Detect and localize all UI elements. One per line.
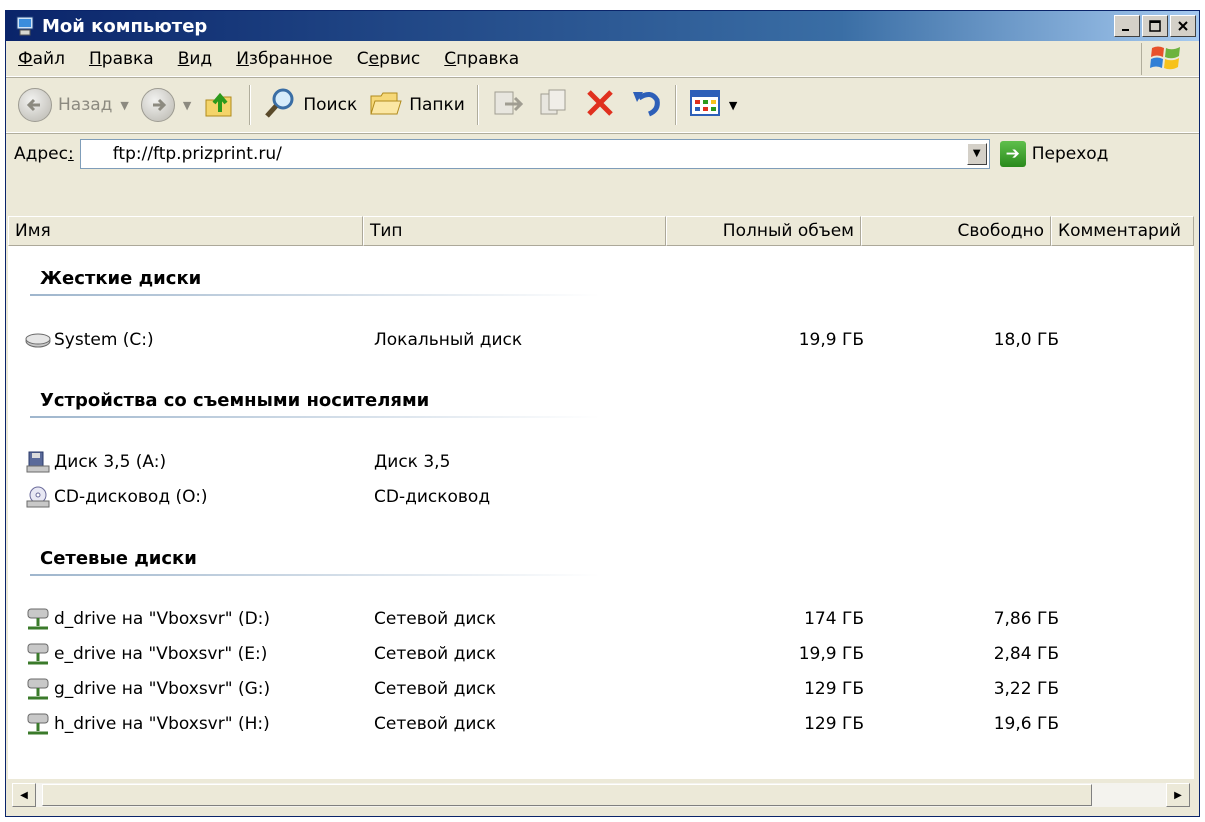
- scroll-thumb[interactable]: [42, 784, 1092, 806]
- close-button[interactable]: [1170, 15, 1196, 37]
- windows-logo-icon: [1141, 43, 1189, 75]
- list-item[interactable]: CD-дисковод (O:) CD-дисковод: [24, 481, 1064, 513]
- address-input[interactable]: ftp://ftp.prizprint.ru/ ▼: [79, 138, 990, 169]
- copy-to-button[interactable]: [531, 83, 577, 127]
- chevron-down-icon: ▼: [120, 98, 129, 112]
- back-arrow-icon: [18, 88, 52, 122]
- group-title-removable: Устройства со съемными носителями: [40, 390, 430, 411]
- menu-edit[interactable]: Правка: [77, 49, 166, 69]
- go-button[interactable]: ➔ Переход: [999, 140, 1108, 167]
- undo-icon: [629, 86, 663, 125]
- network-drive-icon: [24, 677, 52, 701]
- group-divider: [30, 416, 600, 418]
- network-drive-icon: [24, 642, 52, 666]
- folders-button[interactable]: Папки: [363, 83, 471, 127]
- undo-button[interactable]: [623, 83, 669, 127]
- column-comment[interactable]: Комментарий: [1051, 216, 1194, 246]
- window-title: Мой компьютер: [42, 15, 208, 37]
- go-arrow-icon: ➔: [999, 140, 1026, 167]
- move-to-button[interactable]: [485, 83, 531, 127]
- copy-to-icon: [537, 86, 571, 125]
- scroll-left-button[interactable]: ◀: [12, 783, 36, 807]
- scroll-right-button[interactable]: ▶: [1166, 783, 1190, 807]
- up-folder-button[interactable]: [197, 83, 243, 127]
- list-item[interactable]: g_drive на "Vboxsvr" (G:) Сетевой диск 1…: [24, 673, 1064, 705]
- column-total[interactable]: Полный объем: [666, 216, 861, 246]
- chevron-down-icon: ▼: [728, 98, 738, 112]
- list-item[interactable]: d_drive на "Vboxsvr" (D:) Сетевой диск 1…: [24, 603, 1064, 635]
- menu-tools[interactable]: Сервис: [345, 49, 433, 69]
- group-title-network: Сетевые диски: [40, 548, 197, 569]
- chevron-down-icon: ▼: [182, 98, 192, 112]
- hard-drive-icon: [24, 328, 52, 352]
- group-title-hard-disks: Жесткие диски: [40, 268, 202, 289]
- floppy-drive-icon: [24, 450, 52, 474]
- search-button[interactable]: Поиск: [257, 83, 363, 127]
- list-item[interactable]: h_drive на "Vboxsvr" (H:) Сетевой диск 1…: [24, 708, 1064, 740]
- network-drive-icon: [24, 712, 52, 736]
- search-icon: [263, 86, 297, 125]
- menu-view[interactable]: Вид: [166, 49, 224, 69]
- move-to-icon: [491, 86, 525, 125]
- list-item[interactable]: Диск 3,5 (A:) Диск 3,5: [24, 446, 1064, 478]
- column-name[interactable]: Имя: [8, 216, 363, 246]
- forward-arrow-icon: [140, 88, 175, 122]
- toolbar-separator: [249, 85, 252, 125]
- address-bar: Адрес: ftp://ftp.prizprint.ru/ ▼ ➔ Перех…: [6, 133, 1199, 173]
- cd-drive-icon: [24, 485, 52, 509]
- folders-icon: [369, 88, 403, 123]
- toolbar: Назад ▼ ▼ Поиск Папки ▼: [6, 77, 1199, 133]
- menu-favorites[interactable]: Избранное: [224, 49, 345, 69]
- menu-bar: Файл Правка Вид Избранное Сервис Справка: [6, 41, 1199, 77]
- minimize-button[interactable]: [1114, 15, 1140, 37]
- network-drive-icon: [24, 607, 52, 631]
- menu-file[interactable]: Файл: [6, 49, 77, 69]
- list-item[interactable]: e_drive на "Vboxsvr" (E:) Сетевой диск 1…: [24, 638, 1064, 670]
- up-folder-icon: [203, 86, 237, 125]
- column-free[interactable]: Свободно: [861, 216, 1051, 246]
- delete-button[interactable]: [577, 83, 623, 127]
- forward-button[interactable]: ▼: [135, 83, 197, 127]
- column-headers: Имя Тип Полный объем Свободно Комментари…: [8, 216, 1194, 246]
- address-label: Адрес:: [14, 143, 74, 164]
- group-divider: [30, 294, 600, 296]
- views-icon: [689, 89, 721, 122]
- views-button[interactable]: ▼: [683, 83, 743, 127]
- horizontal-scrollbar[interactable]: ◀ ▶: [12, 783, 1190, 807]
- address-dropdown-button[interactable]: ▼: [966, 142, 987, 165]
- title-bar[interactable]: Мой компьютер: [6, 11, 1199, 41]
- my-computer-icon: [14, 15, 36, 37]
- delete-icon: [583, 86, 617, 125]
- maximize-button[interactable]: [1142, 15, 1168, 37]
- toolbar-separator: [476, 85, 479, 125]
- back-button[interactable]: Назад ▼: [12, 83, 135, 127]
- group-divider: [30, 574, 600, 576]
- toolbar-separator: [674, 85, 677, 125]
- column-type[interactable]: Тип: [363, 216, 666, 246]
- menu-help[interactable]: Справка: [432, 49, 531, 69]
- list-item[interactable]: System (C:) Локальный диск 19,9 ГБ 18,0 …: [24, 324, 1064, 356]
